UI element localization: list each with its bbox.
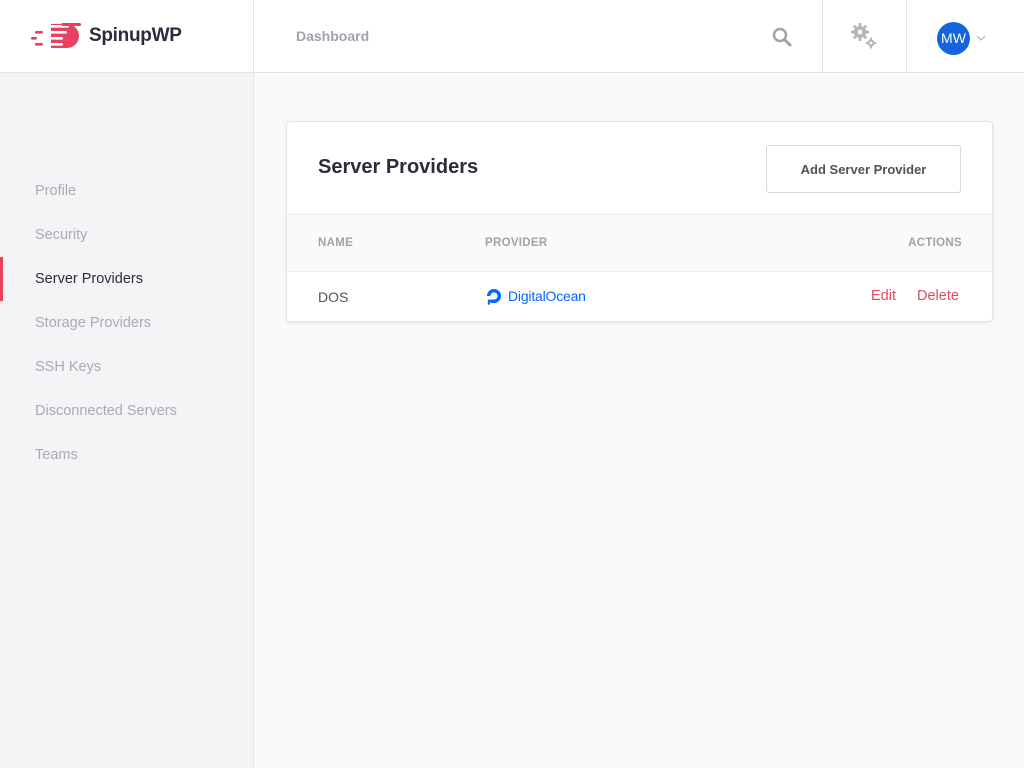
header-divider: [906, 0, 907, 72]
settings-sidebar: Profile Security Server Providers Storag…: [0, 73, 254, 768]
sidebar-item-server-providers[interactable]: Server Providers: [0, 257, 253, 301]
sidebar-item-profile[interactable]: Profile: [0, 169, 253, 213]
sidebar-item-teams[interactable]: Teams: [0, 433, 253, 477]
header-divider: [822, 0, 823, 72]
top-header: SpinupWP Dashboard MW: [0, 0, 1024, 73]
sidebar-item-disconnected-servers[interactable]: Disconnected Servers: [0, 389, 253, 433]
spinupwp-logo-icon: [31, 23, 81, 48]
add-server-provider-button[interactable]: Add Server Provider: [766, 145, 961, 193]
digitalocean-icon: [487, 289, 501, 305]
column-header-actions: ACTIONS: [908, 237, 962, 249]
provider-label: DigitalOcean: [508, 288, 586, 304]
search-icon: [772, 27, 792, 47]
sidebar-item-security[interactable]: Security: [0, 213, 253, 257]
nav-dashboard-link[interactable]: Dashboard: [296, 28, 369, 44]
sidebar-item-storage-providers[interactable]: Storage Providers: [0, 301, 253, 345]
chevron-down-icon: [976, 35, 986, 41]
edit-link[interactable]: Edit: [871, 288, 896, 304]
gear-icon: [851, 23, 877, 49]
column-header-name: NAME: [318, 237, 354, 249]
avatar[interactable]: MW: [937, 21, 970, 55]
provider-logo: DigitalOcean: [485, 287, 586, 305]
sidebar-item-ssh-keys[interactable]: SSH Keys: [0, 345, 253, 389]
logo[interactable]: SpinupWP: [0, 0, 254, 72]
brand-name: SpinupWP: [89, 25, 182, 46]
page-title: Server Providers: [318, 156, 479, 178]
user-menu[interactable]: MW: [930, 20, 994, 56]
table-row: DOS DigitalOcean Edit Delete: [287, 272, 992, 321]
provider-name: DOS: [318, 289, 349, 305]
delete-link[interactable]: Delete: [917, 288, 959, 304]
settings-button[interactable]: [840, 18, 888, 54]
column-header-provider: PROVIDER: [485, 237, 548, 249]
search-button[interactable]: [760, 20, 804, 54]
server-providers-card: Server Providers Add Server Provider NAM…: [286, 121, 993, 322]
table-header: NAME PROVIDER ACTIONS: [287, 214, 992, 272]
